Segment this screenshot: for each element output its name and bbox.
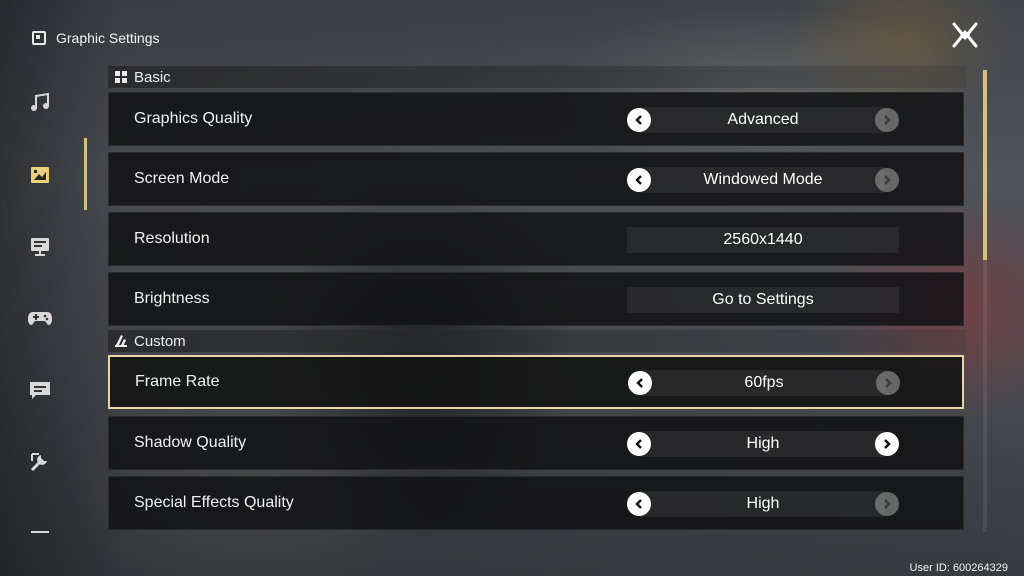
next-option-button[interactable] <box>875 492 899 516</box>
setting-value: 60fps <box>642 370 886 396</box>
chevron-right-icon <box>884 499 891 509</box>
section-title: Basic <box>134 68 171 86</box>
more-icon <box>31 531 49 533</box>
gamepad-icon <box>28 312 52 325</box>
sidebar-item-display[interactable] <box>22 228 58 264</box>
graphics-icon <box>31 167 49 183</box>
setting-value: Advanced <box>641 107 885 133</box>
section-custom-header: Custom <box>108 330 966 352</box>
sidebar-item-more[interactable] <box>22 510 58 546</box>
chat-icon <box>30 382 50 399</box>
close-button[interactable] <box>948 18 982 52</box>
frame-rate-selector: 60fps <box>628 370 900 396</box>
previous-option-button[interactable] <box>627 108 651 132</box>
header: Graphic Settings <box>32 26 160 50</box>
sidebar-item-chat[interactable] <box>22 372 58 408</box>
previous-option-button[interactable] <box>627 492 651 516</box>
sidebar-item-audio[interactable] <box>22 84 58 120</box>
setting-row-resolution[interactable]: Resolution 2560x1440 <box>108 212 964 266</box>
setting-label: Screen Mode <box>134 170 230 187</box>
page-title: Graphic Settings <box>56 30 160 46</box>
setting-row-graphics-quality[interactable]: Graphics Quality Advanced <box>108 92 964 146</box>
screen-mode-selector: Windowed Mode <box>627 167 899 193</box>
graphics-settings-icon <box>32 31 46 45</box>
special-effects-quality-selector: High <box>627 491 899 517</box>
resolution-control: 2560x1440 <box>627 227 899 253</box>
next-option-button[interactable] <box>875 108 899 132</box>
sidebar-item-other[interactable] <box>22 444 58 480</box>
grid-icon <box>115 71 127 83</box>
chevron-left-icon <box>635 439 642 449</box>
scrollbar-thumb[interactable] <box>983 70 987 260</box>
setting-label: Resolution <box>134 230 210 247</box>
game-settings-screen: Graphic Settings Basic Graphics Quality … <box>0 0 1024 576</box>
chevron-left-icon <box>635 175 642 185</box>
resolution-button[interactable]: 2560x1440 <box>627 227 899 253</box>
chevron-left-icon <box>635 115 642 125</box>
setting-row-screen-mode[interactable]: Screen Mode Windowed Mode <box>108 152 964 206</box>
go-to-settings-button[interactable]: Go to Settings <box>627 287 899 313</box>
chevron-left-icon <box>636 378 643 388</box>
setting-row-special-effects-quality[interactable]: Special Effects Quality High <box>108 476 964 530</box>
previous-option-button[interactable] <box>627 168 651 192</box>
sidebar-item-controls[interactable] <box>22 300 58 336</box>
chevron-right-icon <box>884 439 891 449</box>
user-id-label: User ID: 600264329 <box>909 562 1008 574</box>
shadow-quality-selector: High <box>627 431 899 457</box>
chevron-right-icon <box>884 175 891 185</box>
next-option-button[interactable] <box>875 432 899 456</box>
chevron-left-icon <box>635 499 642 509</box>
sliders-icon <box>115 335 127 347</box>
sidebar-item-graphics[interactable] <box>22 157 58 193</box>
previous-option-button[interactable] <box>628 371 652 395</box>
section-basic-header: Basic <box>108 66 966 88</box>
chevron-right-icon <box>884 115 891 125</box>
setting-label: Shadow Quality <box>134 434 247 451</box>
settings-scrollbar[interactable] <box>983 70 987 532</box>
setting-label: Special Effects Quality <box>134 494 294 511</box>
music-note-icon <box>31 92 49 111</box>
display-icon <box>31 238 49 256</box>
setting-label: Frame Rate <box>135 373 220 390</box>
next-option-button[interactable] <box>876 371 900 395</box>
setting-value: High <box>641 431 885 457</box>
previous-option-button[interactable] <box>627 432 651 456</box>
settings-sidebar <box>0 70 86 550</box>
close-icon <box>952 22 978 48</box>
setting-label: Graphics Quality <box>134 110 253 127</box>
setting-row-brightness[interactable]: Brightness Go to Settings <box>108 272 964 326</box>
setting-row-shadow-quality[interactable]: Shadow Quality High <box>108 416 964 470</box>
section-title: Custom <box>134 332 186 350</box>
setting-value: Windowed Mode <box>641 167 885 193</box>
brightness-control: Go to Settings <box>627 287 899 313</box>
settings-panel: Basic Graphics Quality Advanced Screen M… <box>108 66 966 536</box>
tools-icon <box>30 453 47 472</box>
setting-row-frame-rate[interactable]: Frame Rate 60fps <box>108 355 964 409</box>
graphics-quality-selector: Advanced <box>627 107 899 133</box>
next-option-button[interactable] <box>875 168 899 192</box>
setting-value: High <box>641 491 885 517</box>
chevron-right-icon <box>885 378 892 388</box>
sidebar-active-indicator <box>84 138 87 210</box>
setting-label: Brightness <box>134 290 210 307</box>
